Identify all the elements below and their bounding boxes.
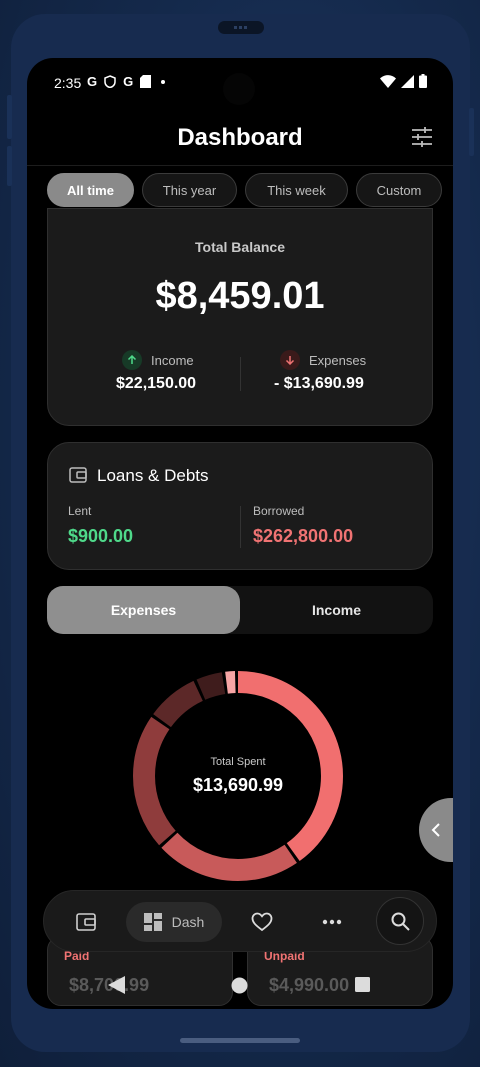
gesture-bar [180, 1038, 300, 1043]
nav-favorites[interactable] [242, 891, 282, 953]
app-header: Dashboard [27, 108, 453, 166]
g-icon: G [87, 74, 98, 89]
back-icon[interactable] [108, 976, 125, 994]
earpiece-speaker [218, 21, 264, 34]
chip-this-week[interactable]: This week [245, 173, 348, 207]
battery-icon [419, 74, 427, 88]
loans-debts-card[interactable]: Loans & Debts Lent $900.00 Borrowed $262… [47, 442, 433, 570]
lent-label: Lent [68, 504, 92, 518]
donut-label: Total Spent [210, 756, 266, 768]
expenses-label: Expenses [309, 352, 367, 368]
status-bar: 2:35 G G [27, 58, 453, 108]
nav-dash-label: Dash [171, 914, 205, 930]
g-icon: G [123, 74, 134, 89]
expenses-value: - $13,690.99 [274, 375, 364, 392]
wallet-icon [69, 467, 87, 483]
loans-title: Loans & Debts [97, 466, 209, 485]
recents-icon[interactable] [355, 977, 370, 992]
nav-more[interactable] [312, 891, 352, 953]
lent-value: $900.00 [68, 526, 134, 546]
side-drawer-handle[interactable] [419, 798, 453, 862]
income-value: $22,150.00 [116, 375, 197, 392]
borrowed-value: $262,800.00 [253, 526, 354, 546]
total-balance-label: Total Balance [195, 239, 285, 255]
power-button [469, 108, 474, 156]
dashboard-icon [143, 913, 162, 931]
chip-custom[interactable]: Custom [356, 173, 442, 207]
volume-button-2 [7, 146, 12, 186]
arrow-down-icon [280, 350, 300, 370]
system-navigation [27, 973, 453, 1003]
income-summary: Income [122, 350, 194, 370]
nav-dash[interactable]: Dash [126, 891, 222, 953]
donut-value: $13,690.99 [192, 775, 284, 795]
wallet-icon [76, 913, 96, 931]
nav-wallet[interactable] [66, 891, 106, 953]
income-label: Income [151, 352, 194, 368]
volume-button [7, 95, 12, 139]
status-time: 2:35 [54, 75, 82, 91]
more-icon [322, 919, 342, 925]
bottom-navigation: Dash [43, 890, 437, 952]
page-title: Dashboard [177, 124, 303, 151]
header-divider [27, 165, 453, 166]
total-balance-amount: $8,459.01 [155, 275, 325, 317]
screen: 2:35 G G Dashboard All time This year Th… [27, 58, 453, 1009]
wifi-icon [380, 74, 396, 88]
search-icon [391, 912, 410, 931]
shield-icon [104, 75, 116, 88]
total-balance-card: Total Balance $8,459.01 Income $22,150.0… [47, 208, 433, 426]
arrow-up-icon [122, 350, 142, 370]
loans-divider [240, 506, 241, 548]
heart-icon [251, 912, 273, 932]
toggle-expenses[interactable]: Expenses [47, 586, 240, 634]
toggle-income[interactable]: Income [240, 586, 433, 634]
front-camera [223, 73, 255, 105]
sd-card-icon [140, 75, 152, 88]
nav-search[interactable] [376, 897, 424, 945]
dot-icon [161, 79, 166, 84]
chip-this-year[interactable]: This year [142, 173, 237, 207]
chevron-left-icon [431, 823, 440, 837]
chip-all-time[interactable]: All time [47, 173, 134, 207]
filter-settings-icon[interactable] [411, 126, 433, 148]
system-status-icons [380, 74, 427, 88]
type-toggle: Expenses Income [47, 586, 433, 634]
notification-icons: G G [87, 74, 168, 89]
borrowed-label: Borrowed [253, 504, 305, 518]
expenses-summary: Expenses [280, 350, 366, 370]
time-filter-chips: All time This year This week Custom [47, 173, 442, 207]
signal-icon [401, 74, 414, 88]
balance-divider [240, 357, 241, 391]
home-icon[interactable] [231, 977, 248, 994]
